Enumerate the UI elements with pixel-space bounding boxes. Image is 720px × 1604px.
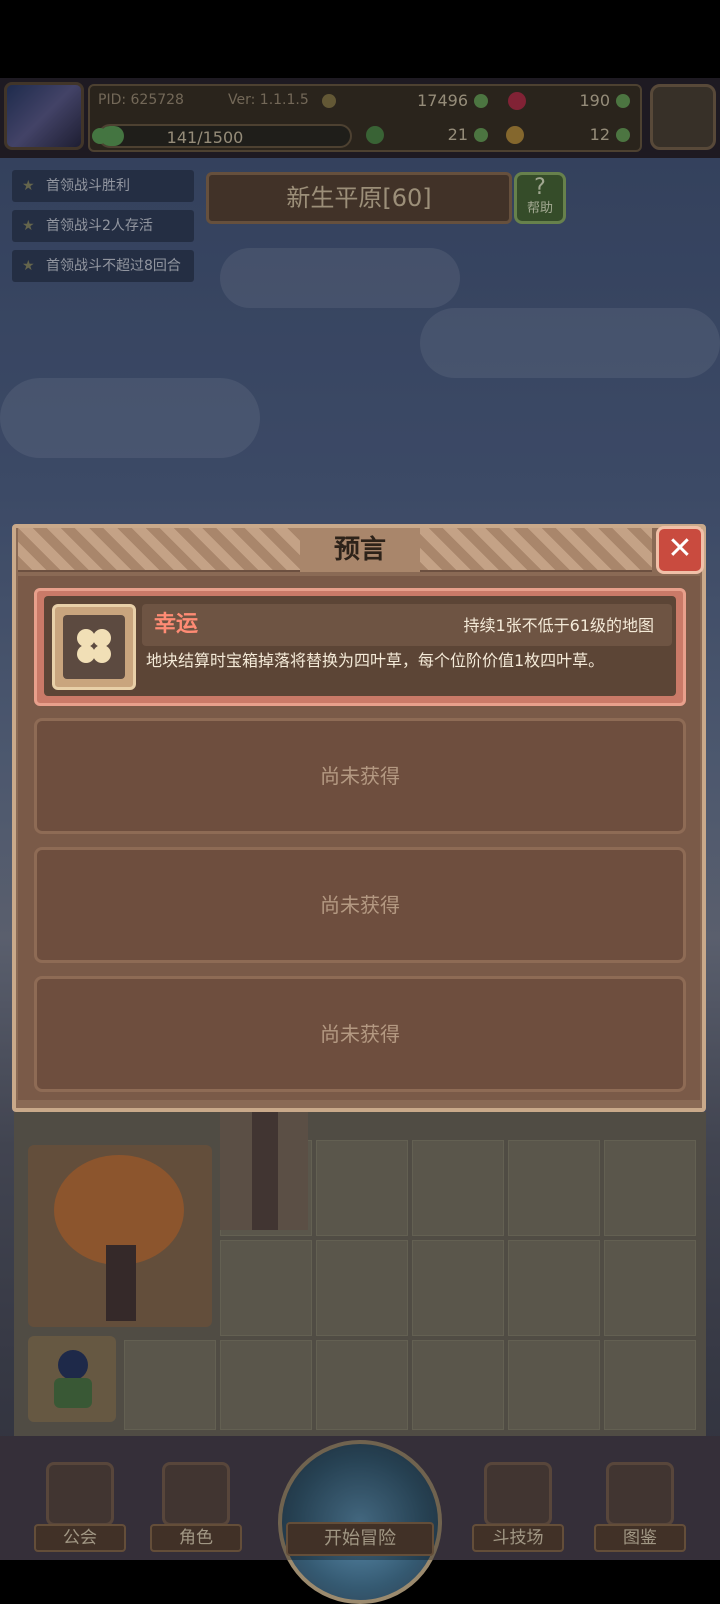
prophecy-description: 地块结算时宝箱掉落将替换为四叶草，每个位阶价值1枚四叶草。 xyxy=(146,651,605,670)
empty-prophecy-slot: 尚未获得 xyxy=(34,847,686,963)
empty-prophecy-slot: 尚未获得 xyxy=(34,718,686,834)
clover-icon-frame xyxy=(63,615,125,679)
empty-prophecy-slot: 尚未获得 xyxy=(34,976,686,1092)
clover-shape xyxy=(77,629,111,663)
modal-title: 预言 xyxy=(333,535,386,565)
close-icon[interactable]: ✕ xyxy=(656,526,704,574)
four-leaf-clover-icon xyxy=(52,604,136,690)
prophecy-name: 幸运 xyxy=(154,612,199,637)
prophecy-requirement: 持续1张不低于61级的地图 xyxy=(463,616,654,635)
